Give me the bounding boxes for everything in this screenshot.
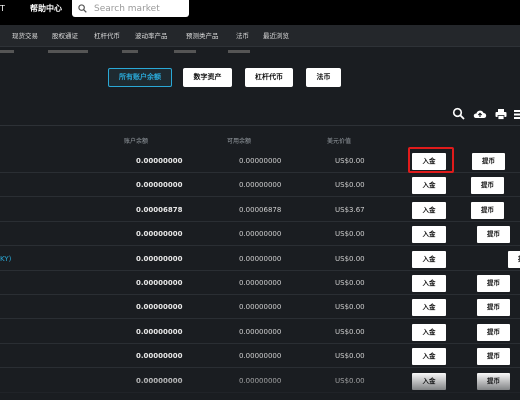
table-row: 0.00000000 0.00000000 US$0.00 入金 提币 (0, 222, 520, 247)
table-row: KY) 0.00000000 0.00000000 US$0.00 入金 提币 (0, 247, 520, 271)
table-row: 0.00006878 0.00006878 US$3.67 入金 提币 (0, 198, 520, 222)
asset-name[interactable]: KY) (0, 247, 11, 271)
available-balance: 0.00000000 (239, 181, 282, 190)
available-balance: 0.00000000 (239, 303, 282, 312)
search-icon (78, 4, 87, 13)
nav-equity-tokens[interactable]: 股权通证 (52, 25, 78, 47)
deposit-button[interactable]: 入金 (412, 323, 446, 341)
account-balance: 0.00000000 (136, 230, 183, 239)
deposit-button[interactable]: 入金 (412, 348, 446, 366)
table-row: 0.00000000 0.00000000 US$0.00 入金 提币 (0, 369, 520, 393)
nav-prediction-products[interactable]: 预测类产品 (186, 25, 219, 47)
table-row: 0.00000000 0.00000000 US$0.00 入金 提币 (0, 295, 520, 320)
top-left-label[interactable]: T (0, 0, 5, 17)
subtab-2[interactable] (48, 50, 88, 53)
filter-digital-assets[interactable]: 数字资产 (183, 68, 232, 87)
account-balance: 0.00000000 (136, 327, 183, 336)
nav-volatility-products[interactable]: 波动率产品 (135, 25, 168, 47)
withdraw-button[interactable]: 提币 (471, 177, 504, 195)
upload-icon[interactable] (472, 107, 488, 121)
withdraw-button[interactable]: 提币 (477, 275, 510, 292)
usd-value: US$0.00 (335, 181, 365, 190)
withdraw-button[interactable]: 提币 (477, 299, 510, 317)
header-balance: 账户余额 (124, 138, 149, 145)
deposit-button[interactable]: 入金 (412, 275, 446, 292)
usd-value: US$3.67 (335, 205, 365, 214)
deposit-button[interactable]: 入金 (412, 250, 446, 268)
search-box[interactable] (72, 0, 189, 17)
usd-value: US$0.00 (335, 230, 365, 239)
available-balance: 0.00000000 (239, 230, 282, 239)
account-balance: 0.00006878 (136, 205, 183, 214)
header-usd-value: 美元价值 (327, 138, 352, 145)
top-bar: T 帮助中心 (0, 0, 520, 25)
withdraw-button[interactable]: 提币 (477, 323, 510, 341)
withdraw-button[interactable]: 提币 (477, 226, 510, 244)
usd-value: US$0.00 (335, 157, 365, 165)
deposit-highlight-box (408, 147, 454, 173)
account-balance: 0.00000000 (136, 352, 183, 361)
usd-value: US$0.00 (335, 279, 365, 287)
search-icon[interactable] (452, 107, 466, 121)
usd-value: US$0.00 (335, 303, 365, 312)
table-row: 0.00000000 0.00000000 US$0.00 入金 提币 (0, 173, 520, 198)
deposit-button[interactable]: 入金 (412, 177, 446, 195)
available-balance: 0.00000000 (239, 376, 282, 385)
available-balance: 0.00000000 (239, 352, 282, 361)
withdraw-button[interactable]: 提币 (477, 348, 510, 366)
deposit-button[interactable]: 入金 (412, 226, 446, 244)
table-row: 0.00000000 0.00000000 US$0.00 入金 提币 (0, 271, 520, 295)
withdraw-button[interactable]: 提币 (508, 250, 520, 268)
table-row: 0.00000000 0.00000000 US$0.00 入金 提币 (0, 320, 520, 344)
deposit-button[interactable]: 入金 (412, 372, 446, 390)
deposit-button[interactable]: 入金 (412, 299, 446, 317)
deposit-button[interactable]: 入金 (412, 201, 446, 219)
usd-value: US$0.00 (335, 327, 365, 336)
section-divider (0, 125, 520, 126)
account-balance: 0.00000000 (136, 157, 183, 165)
nav-recently-viewed[interactable]: 最近浏览 (263, 25, 289, 47)
account-subtabs (0, 47, 520, 55)
header-available: 可用余额 (227, 138, 252, 145)
subtab-4[interactable] (174, 50, 196, 53)
withdraw-button[interactable]: 提币 (477, 372, 510, 390)
nav-spot-trading[interactable]: 现货交易 (12, 25, 38, 47)
filter-fiat[interactable]: 法币 (306, 68, 341, 87)
available-balance: 0.00000000 (239, 327, 282, 336)
help-center-link[interactable]: 帮助中心 (30, 0, 62, 17)
account-balance: 0.00000000 (136, 254, 183, 263)
search-input[interactable] (94, 2, 186, 15)
filter-all-balances[interactable]: 所有账户余额 (108, 68, 172, 87)
withdraw-button[interactable]: 提币 (472, 153, 505, 170)
filter-leveraged-tokens[interactable]: 杠杆代币 (245, 68, 293, 87)
main-nav: 现货交易 股权通证 杠杆代币 波动率产品 预测类产品 法币 最近浏览 (0, 25, 520, 47)
subtab-3[interactable] (122, 50, 138, 53)
available-balance: 0.00006878 (239, 205, 282, 214)
account-balance: 0.00000000 (136, 303, 183, 312)
account-balance: 0.00000000 (136, 376, 183, 385)
available-balance: 0.00000000 (239, 279, 282, 287)
nav-fiat[interactable]: 法币 (236, 25, 249, 47)
print-icon[interactable] (494, 107, 508, 121)
account-balance: 0.00000000 (136, 181, 183, 190)
usd-value: US$0.00 (335, 254, 365, 263)
table-row: 0.00000000 0.00000000 US$0.00 入金 提币 (0, 344, 520, 369)
available-balance: 0.00000000 (239, 157, 282, 165)
withdraw-button[interactable]: 提币 (471, 201, 504, 219)
usd-value: US$0.00 (335, 376, 365, 385)
usd-value: US$0.00 (335, 352, 365, 361)
subtab-5[interactable] (228, 50, 250, 53)
account-balance: 0.00000000 (136, 279, 183, 287)
nav-leveraged-tokens[interactable]: 杠杆代币 (94, 25, 120, 47)
menu-icon[interactable] (512, 107, 520, 121)
available-balance: 0.00000000 (239, 254, 282, 263)
subtab-1[interactable] (0, 50, 14, 53)
